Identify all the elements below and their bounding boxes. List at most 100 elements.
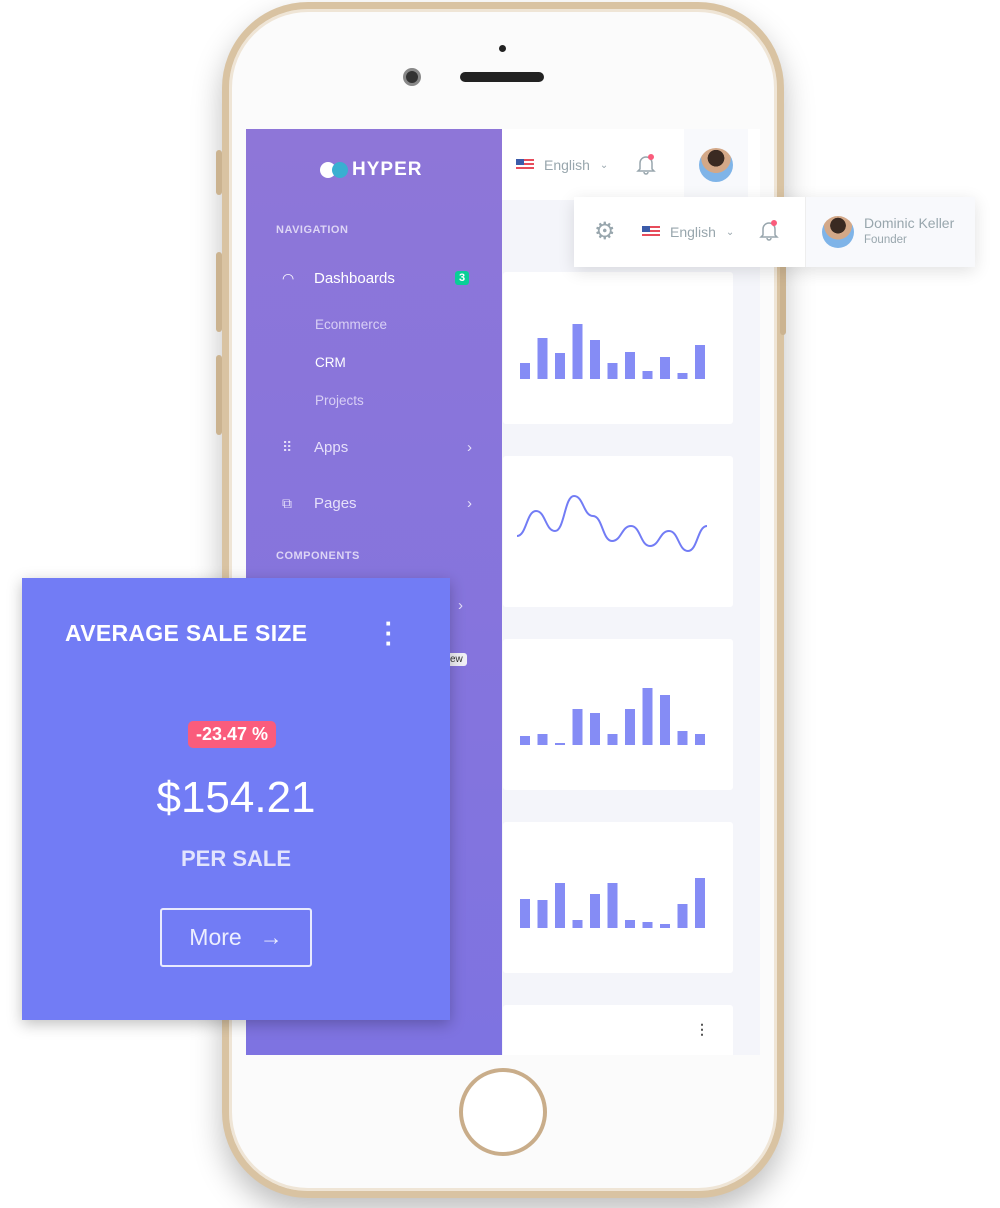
average-sale-widget: AVERAGE SALE SIZE · · · -23.47 % $154.21 P… [22, 578, 450, 1020]
bar [572, 324, 583, 379]
logo[interactable]: HYPER [320, 159, 422, 181]
sidebar-item-label: Pages [314, 495, 357, 512]
language-dropdown[interactable]: English ⌄ [516, 157, 608, 173]
bar [660, 357, 670, 379]
bar [642, 688, 653, 745]
section-navigation: NAVIGATION [276, 224, 349, 236]
bar [520, 736, 530, 745]
user-role: Founder [864, 234, 907, 246]
bar [607, 363, 618, 379]
avatar [699, 148, 733, 182]
us-flag-icon [642, 226, 660, 238]
chevron-right-icon: › [458, 597, 463, 614]
bar [695, 878, 705, 928]
card-5: ⋮ [503, 1005, 733, 1055]
bar [677, 904, 688, 928]
bar [520, 363, 530, 379]
phone-home-button[interactable] [459, 1068, 547, 1156]
logo-icon-dot [332, 162, 348, 178]
bar [572, 709, 583, 745]
arrow-right-icon: → [259, 924, 283, 950]
bar [555, 883, 565, 928]
bar [537, 900, 548, 928]
notification-bell-icon[interactable] [759, 219, 779, 241]
user-name: Dominic Keller [864, 215, 955, 231]
phone-speaker [460, 72, 544, 82]
bar [677, 373, 688, 379]
phone-volume-down [216, 355, 222, 435]
chart-card-4 [503, 822, 733, 973]
phone-camera [403, 68, 421, 86]
bar-chart-3 [520, 878, 705, 928]
chart-card-2 [503, 456, 733, 607]
bar [625, 709, 635, 745]
kebab-menu-icon[interactable]: ⋮ [695, 1022, 709, 1036]
settings-gear-icon[interactable]: ⚙ [594, 220, 616, 244]
bar [625, 352, 635, 379]
phone-mute-switch [216, 150, 222, 195]
sidebar-subitem-projects[interactable]: Projects [315, 393, 364, 408]
line-chart [516, 494, 708, 553]
bar [590, 340, 600, 379]
phone-sensor [499, 45, 506, 52]
phone-volume-up [216, 252, 222, 332]
bar [695, 345, 705, 379]
sidebar-subitem-ecommerce[interactable]: Ecommerce [315, 317, 387, 332]
bar [537, 338, 548, 379]
sidebar-item-label: Dashboards [314, 270, 395, 287]
bar [660, 695, 670, 745]
language-dropdown[interactable]: English ⌄ [642, 224, 734, 240]
topbar: English ⌄ [502, 129, 760, 200]
sidebar-item-dashboards[interactable]: ◠ Dashboards [282, 270, 472, 287]
copy-icon: ⧉ [282, 495, 292, 511]
sidebar-item-pages[interactable]: ⧉ Pages › [282, 495, 472, 512]
bar [590, 713, 600, 745]
bar [555, 743, 565, 745]
user-menu[interactable] [684, 129, 748, 200]
section-components: COMPONENTS [276, 550, 360, 562]
chevron-down-icon: ⌄ [725, 226, 735, 238]
avatar [822, 216, 854, 248]
sale-caption: PER SALE [180, 846, 292, 871]
bar [625, 920, 635, 928]
language-label: English [670, 224, 716, 240]
topbar-overlay: ⚙ English ⌄ Dominic Keller Founder [574, 197, 975, 267]
chart-card-1 [503, 272, 733, 424]
bar [695, 734, 705, 745]
more-label: More [189, 924, 242, 950]
language-label: English [544, 157, 590, 173]
bar [555, 353, 565, 379]
dashboards-badge: 3 [455, 271, 470, 285]
sale-value: $154.21 [156, 773, 316, 822]
user-menu[interactable]: Dominic Keller Founder [805, 197, 975, 267]
sidebar-item-label: Apps [314, 439, 349, 456]
chevron-right-icon: › [467, 495, 472, 512]
grid-icon: ⠿ [282, 439, 293, 455]
bar [607, 883, 618, 928]
phone-power-button [780, 255, 786, 335]
bar-chart-1 [520, 324, 705, 379]
line-series [516, 494, 708, 553]
bar [572, 920, 583, 928]
chart-card-3 [503, 639, 733, 790]
bar-chart-2 [520, 688, 705, 745]
sidebar-item-apps[interactable]: ⠿ Apps › [282, 439, 472, 456]
speedometer-icon: ◠ [282, 270, 295, 286]
bar [590, 894, 600, 928]
kebab-menu-icon[interactable]: · · · [384, 610, 394, 656]
bar [677, 731, 688, 745]
chevron-down-icon: ⌄ [599, 159, 609, 171]
bar [537, 734, 548, 745]
change-badge: -23.47 % [188, 721, 277, 748]
us-flag-icon [516, 159, 534, 171]
bar [660, 924, 670, 928]
bar [642, 922, 653, 928]
notification-bell-icon[interactable] [636, 153, 656, 175]
chevron-right-icon: › [467, 439, 472, 456]
bar [642, 371, 653, 379]
sidebar-subitem-crm[interactable]: CRM [315, 355, 346, 370]
more-button[interactable]: More → [160, 908, 312, 967]
widget-title: AVERAGE SALE SIZE [65, 620, 308, 646]
logo-text: HYPER [352, 159, 423, 180]
bar [607, 734, 618, 745]
